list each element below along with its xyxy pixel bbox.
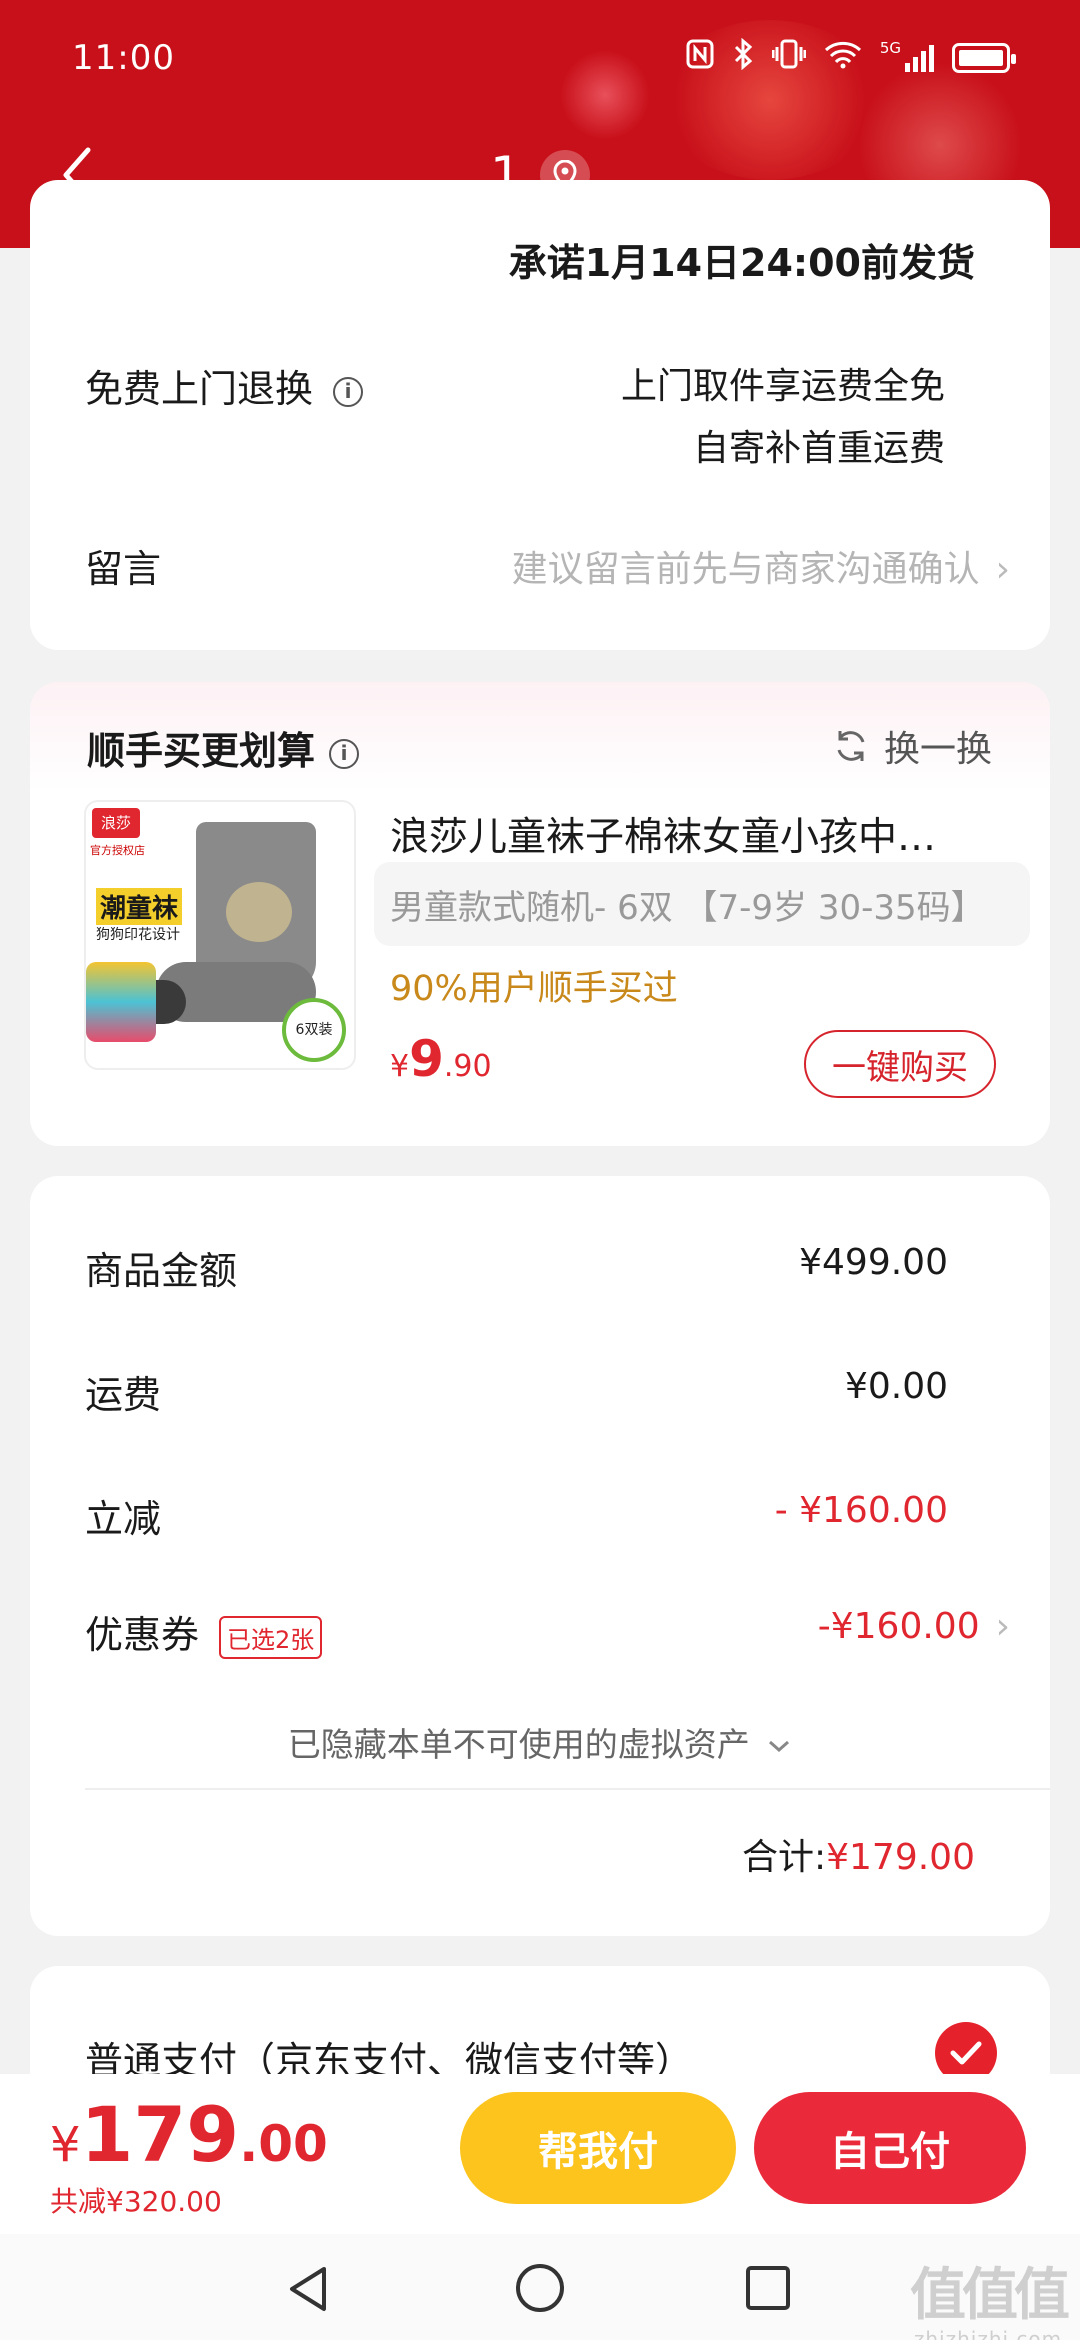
instant-discount-label: 立减 xyxy=(85,1497,162,1541)
swap-label: 换一换 xyxy=(883,729,992,770)
hidden-assets-toggle[interactable]: 已隐藏本单不可使用的虚拟资产 xyxy=(0,1718,1080,1766)
price-decimal: .00 xyxy=(239,2115,328,2173)
refresh-icon xyxy=(837,731,865,761)
upsell-title-text: 顺手买更划算 xyxy=(87,729,316,773)
product-title[interactable]: 浪莎儿童袜子棉袜女童小孩中筒袜 xyxy=(390,806,970,862)
watermark-mark: 值值值 xyxy=(910,2263,1070,2328)
status-icons: 5G xyxy=(686,37,1016,78)
price-decimal: .90 xyxy=(443,1049,492,1084)
chevron-right-icon: › xyxy=(995,1606,1010,1647)
pack-badge: 6双装 xyxy=(282,998,346,1062)
signal-icon: 5G xyxy=(880,39,934,73)
sock-bear-face xyxy=(226,882,292,942)
variant-text: 男童款式随机- 6双 【7-9岁 30-35码】 xyxy=(390,888,985,928)
status-bar: 11:00 5G xyxy=(0,0,1080,120)
order-total-price: ¥179.00 xyxy=(50,2090,328,2179)
sock-colorful-pile xyxy=(86,962,156,1042)
swap-button[interactable]: 换一换 xyxy=(832,720,992,772)
nfc-icon xyxy=(686,39,714,77)
total-value: ¥179.00 xyxy=(826,1837,975,1878)
chevron-right-icon: › xyxy=(995,549,1010,590)
chevron-down-icon xyxy=(769,1740,790,1753)
watermark-text: zhizhizhi.com xyxy=(913,2327,1063,2340)
sold-rate: 90%用户顺手买过 xyxy=(390,969,678,1009)
hidden-assets-text: 已隐藏本单不可使用的虚拟资产 xyxy=(287,1725,750,1764)
variant-selector[interactable]: 男童款式随机- 6双 【7-9岁 30-35码】 xyxy=(374,862,1030,946)
watermark: 值值值 zhizhizhi.com xyxy=(910,2250,1070,2340)
upsell-price: ¥9.90 xyxy=(390,1030,492,1088)
shipping-fee-value: ¥0.00 xyxy=(844,1366,948,1407)
nav-back-icon[interactable] xyxy=(284,2264,332,2314)
goods-amount-label: 商品金额 xyxy=(85,1249,238,1293)
coupon-label: 优惠券 xyxy=(85,1613,200,1657)
free-return-row[interactable]: 免费上门退换 i 上门取件享运费全免 自寄补首重运费 xyxy=(0,350,1080,480)
total-line: 合计:¥179.00 xyxy=(742,1828,975,1880)
note-placeholder: 建议留言前先与商家沟通确认 xyxy=(511,549,980,590)
coupon-selected-tag: 已选2张 xyxy=(219,1616,323,1659)
free-return-label: 免费上门退换 xyxy=(85,367,314,411)
one-click-buy-button[interactable]: 一键购买 xyxy=(804,1030,996,1098)
network-type: 5G xyxy=(879,39,901,57)
coupon-value: -¥160.00 xyxy=(817,1606,980,1647)
nav-recents-icon[interactable] xyxy=(744,2264,792,2312)
shop-badge: 官方授权店 xyxy=(90,844,145,857)
total-label: 合计: xyxy=(741,1837,827,1878)
brand-logo: 浪莎 xyxy=(92,808,140,838)
help-me-pay-button[interactable]: 帮我付 xyxy=(460,2092,736,2204)
nav-home-icon[interactable] xyxy=(514,2262,566,2314)
total-saved: 共减¥320.00 xyxy=(50,2185,222,2218)
price-integer: 9 xyxy=(409,1030,444,1088)
divider xyxy=(85,1788,1050,1790)
bluetooth-icon xyxy=(732,37,754,78)
delivery-promise: 承诺1月14日24:00前发货 xyxy=(508,241,975,285)
product-subtag: 狗狗印花设计 xyxy=(96,927,180,943)
price-integer: 179 xyxy=(80,2090,240,2179)
note-row[interactable]: 留言 建议留言前先与商家沟通确认 › xyxy=(0,536,1080,596)
price-symbol: ¥ xyxy=(390,1049,410,1084)
battery-icon xyxy=(952,43,1016,73)
product-image[interactable]: 浪莎 官方授权店 潮童袜 狗狗印花设计 6双装 xyxy=(84,800,356,1070)
wifi-icon xyxy=(824,39,862,77)
free-return-line2: 自寄补首重运费 xyxy=(692,428,945,469)
pay-myself-button[interactable]: 自己付 xyxy=(754,2092,1026,2204)
instant-discount-value: - ¥160.00 xyxy=(774,1490,948,1531)
goods-amount-value: ¥499.00 xyxy=(799,1242,948,1283)
free-return-line1: 上门取件享运费全免 xyxy=(620,366,945,407)
info-icon[interactable]: i xyxy=(329,738,360,769)
price-symbol: ¥ xyxy=(50,2117,81,2173)
status-time: 11:00 xyxy=(72,38,175,78)
product-tag: 潮童袜 xyxy=(96,888,183,925)
note-label: 留言 xyxy=(85,547,162,591)
upsell-title: 顺手买更划算 i xyxy=(87,720,360,775)
coupon-row[interactable]: 优惠券 已选2张 -¥160.00 › xyxy=(0,1600,1080,1670)
vibrate-icon xyxy=(771,39,807,77)
info-icon[interactable]: i xyxy=(333,376,364,407)
shipping-fee-label: 运费 xyxy=(85,1373,162,1417)
